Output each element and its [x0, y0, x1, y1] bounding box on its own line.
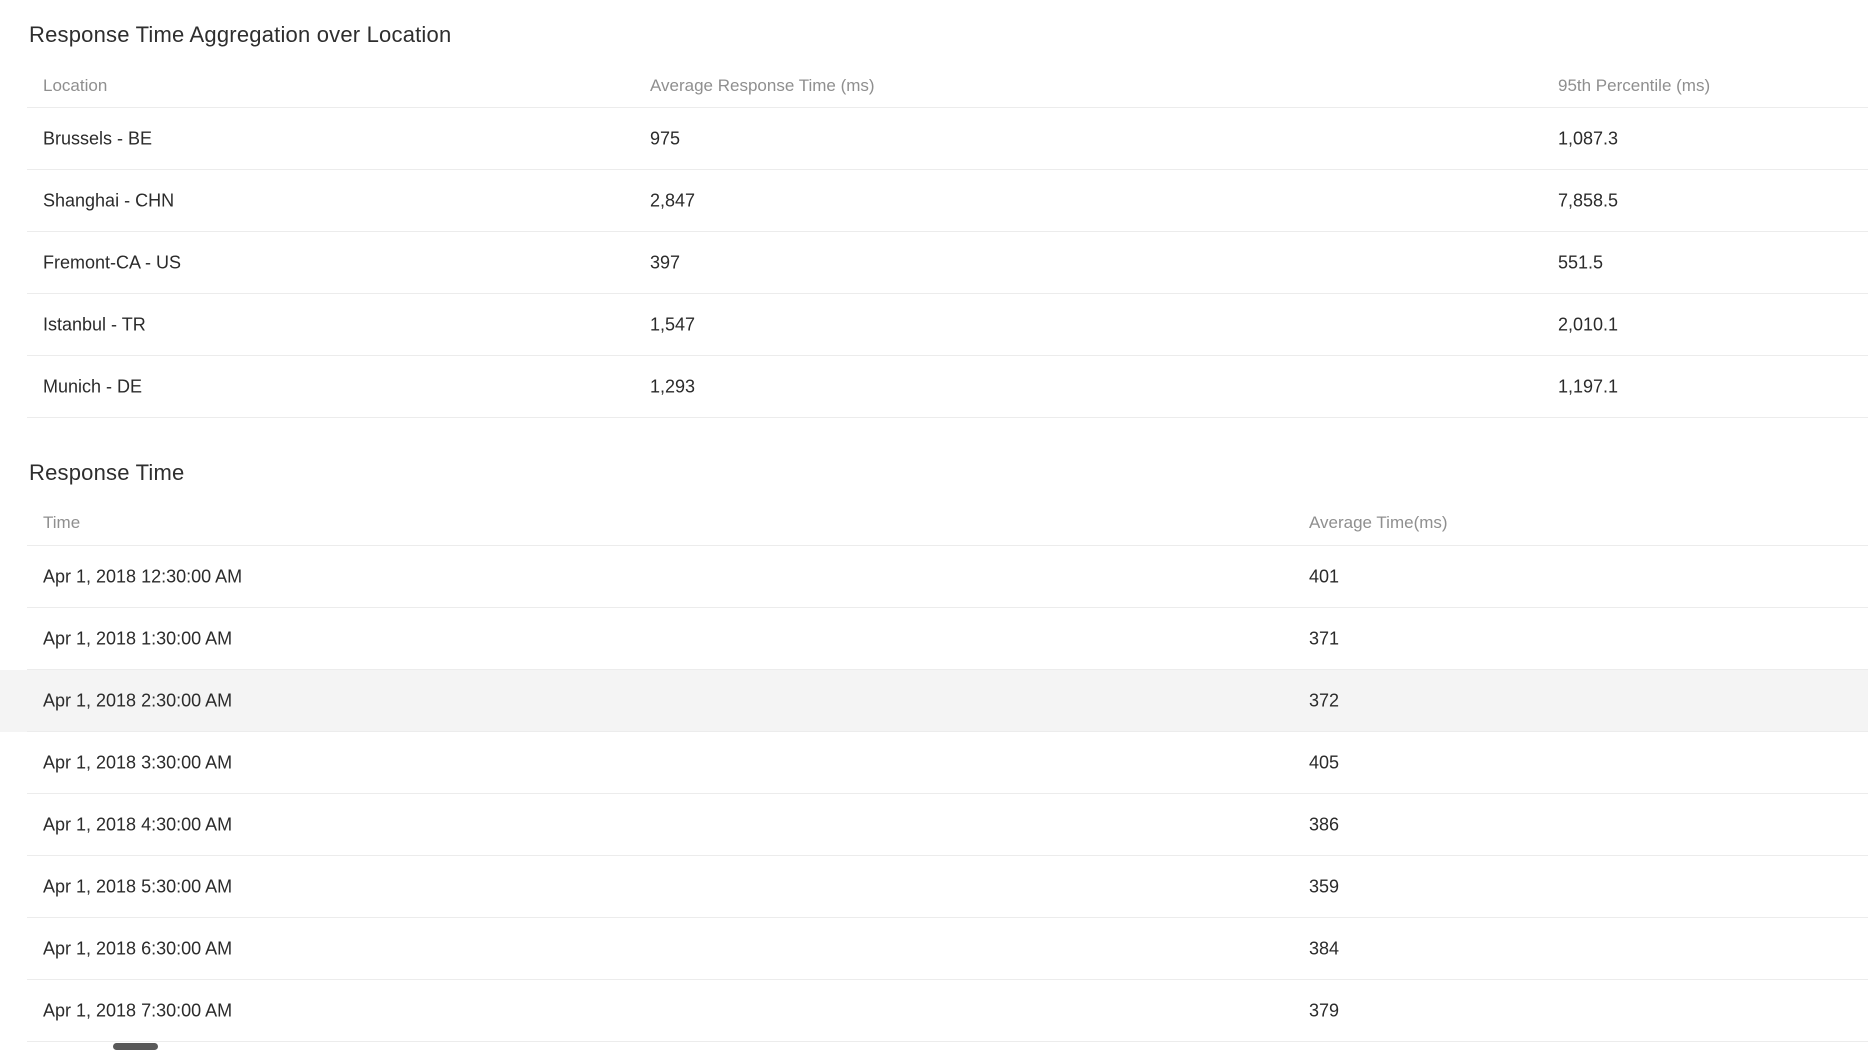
column-header-time: Time: [43, 513, 80, 533]
table-row[interactable]: Apr 1, 2018 12:30:00 AM 401: [0, 546, 1868, 608]
average-response-time-cell: 975: [650, 129, 680, 150]
location-cell: Fremont-CA - US: [43, 253, 181, 274]
location-cell: Brussels - BE: [43, 129, 152, 150]
average-response-time-cell: 397: [650, 253, 680, 274]
response-time-section: Response Time Time Average Time(ms) Apr …: [0, 460, 1868, 1042]
table-row[interactable]: Apr 1, 2018 2:30:00 AM 372: [0, 670, 1868, 732]
average-time-cell: 384: [1309, 939, 1339, 960]
95th-percentile-cell: 1,087.3: [1558, 129, 1618, 150]
time-cell: Apr 1, 2018 5:30:00 AM: [43, 877, 232, 898]
average-time-cell: 401: [1309, 567, 1339, 588]
95th-percentile-cell: 1,197.1: [1558, 377, 1618, 398]
average-time-cell: 386: [1309, 815, 1339, 836]
table-row[interactable]: Shanghai - CHN 2,847 7,858.5: [0, 170, 1868, 232]
location-aggregation-section: Response Time Aggregation over Location …: [0, 22, 1868, 418]
horizontal-scrollbar-thumb[interactable]: [113, 1043, 158, 1050]
location-table-title: Response Time Aggregation over Location: [29, 22, 1868, 48]
table-row[interactable]: Apr 1, 2018 1:30:00 AM 371: [0, 608, 1868, 670]
table-row[interactable]: Brussels - BE 975 1,087.3: [0, 108, 1868, 170]
column-header-average-response-time: Average Response Time (ms): [650, 76, 875, 96]
average-response-time-cell: 1,293: [650, 377, 695, 398]
time-cell: Apr 1, 2018 2:30:00 AM: [43, 691, 232, 712]
time-cell: Apr 1, 2018 7:30:00 AM: [43, 1001, 232, 1022]
time-cell: Apr 1, 2018 4:30:00 AM: [43, 815, 232, 836]
average-response-time-cell: 1,547: [650, 315, 695, 336]
table-row[interactable]: Istanbul - TR 1,547 2,010.1: [0, 294, 1868, 356]
table-row[interactable]: Apr 1, 2018 4:30:00 AM 386: [0, 794, 1868, 856]
location-table-body: Brussels - BE 975 1,087.3 Shanghai - CHN 2,8…: [0, 108, 1868, 418]
95th-percentile-cell: 2,010.1: [1558, 315, 1618, 336]
location-table-header: Location Average Response Time (ms) 95th…: [0, 64, 1868, 108]
location-cell: Shanghai - CHN: [43, 191, 174, 212]
response-table-title: Response Time: [29, 460, 1868, 486]
time-cell: Apr 1, 2018 3:30:00 AM: [43, 753, 232, 774]
average-time-cell: 372: [1309, 691, 1339, 712]
time-cell: Apr 1, 2018 12:30:00 AM: [43, 567, 242, 588]
location-cell: Istanbul - TR: [43, 315, 146, 336]
table-row[interactable]: Fremont-CA - US 397 551.5: [0, 232, 1868, 294]
response-table-body: Apr 1, 2018 12:30:00 AM 401 Apr 1, 2018 1:…: [0, 546, 1868, 1042]
table-row[interactable]: Apr 1, 2018 7:30:00 AM 379: [0, 980, 1868, 1042]
average-time-cell: 371: [1309, 629, 1339, 650]
table-row[interactable]: Apr 1, 2018 3:30:00 AM 405: [0, 732, 1868, 794]
response-table-header: Time Average Time(ms): [0, 500, 1868, 546]
table-row[interactable]: Apr 1, 2018 6:30:00 AM 384: [0, 918, 1868, 980]
95th-percentile-cell: 7,858.5: [1558, 191, 1618, 212]
time-cell: Apr 1, 2018 1:30:00 AM: [43, 629, 232, 650]
column-header-average-time: Average Time(ms): [1309, 513, 1448, 533]
table-row[interactable]: Apr 1, 2018 5:30:00 AM 359: [0, 856, 1868, 918]
column-header-location: Location: [43, 76, 107, 96]
column-header-95th-percentile: 95th Percentile (ms): [1558, 76, 1710, 96]
average-time-cell: 379: [1309, 1001, 1339, 1022]
time-cell: Apr 1, 2018 6:30:00 AM: [43, 939, 232, 960]
average-time-cell: 359: [1309, 877, 1339, 898]
location-cell: Munich - DE: [43, 377, 142, 398]
95th-percentile-cell: 551.5: [1558, 253, 1603, 274]
table-row[interactable]: Munich - DE 1,293 1,197.1: [0, 356, 1868, 418]
average-response-time-cell: 2,847: [650, 191, 695, 212]
average-time-cell: 405: [1309, 753, 1339, 774]
